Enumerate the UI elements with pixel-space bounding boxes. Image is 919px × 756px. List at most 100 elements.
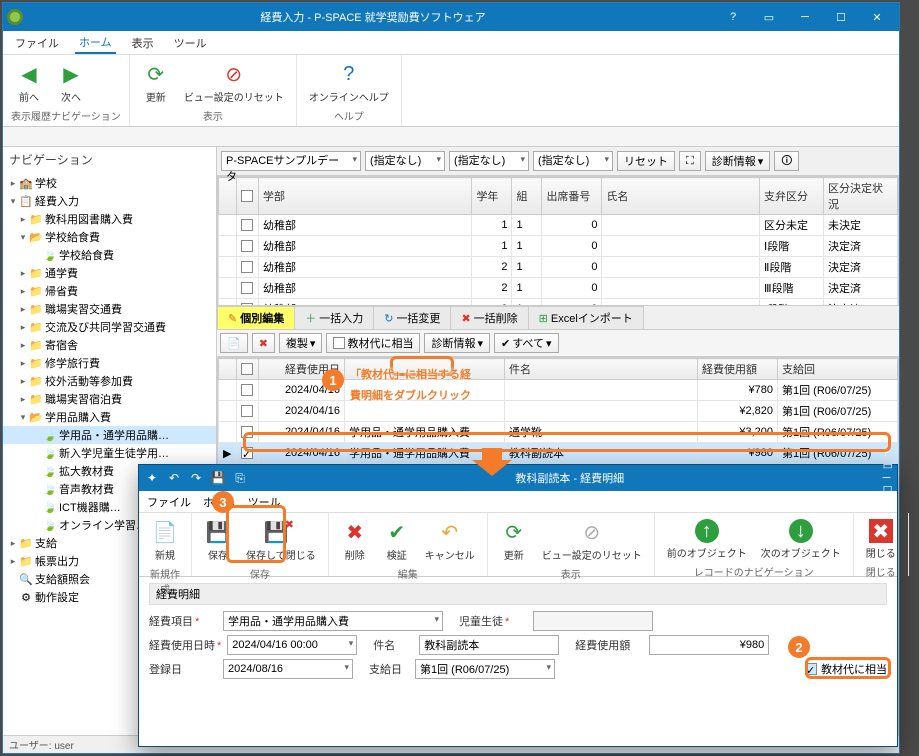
reset-view-button[interactable]: ⊘ビュー設定のリセット [180, 59, 288, 106]
filter-combo-2[interactable]: (指定なし) [449, 151, 529, 171]
plus-icon: ＋ [305, 310, 316, 326]
dialog-menu-file[interactable]: ファイル [147, 494, 191, 510]
dlg-prev-object-button[interactable]: ↑前のオブジェクト [663, 517, 751, 562]
main-menubar: ファイル ホーム 表示 ツール [3, 31, 899, 55]
help-icon[interactable]: ? [715, 5, 751, 29]
item-combo[interactable]: 学用品・通学用品購入費 [223, 611, 443, 631]
quick-new-icon[interactable]: ✦ [143, 469, 161, 487]
dialog-restore-icon[interactable]: ▭ [883, 459, 893, 472]
dialog-minimize-icon[interactable]: ─ [883, 472, 893, 484]
student-grid[interactable]: 学部 学年 組 出席番号 氏名 支弁区分 区分決定状況 幼稚部110区分未定未決… [217, 176, 899, 306]
filter-bar: P-SPACEサンプルデータ (指定なし) (指定なし) (指定なし) リセット… [217, 147, 899, 176]
diag-info-button[interactable]: 診断情報 ▾ [705, 151, 771, 171]
table-row[interactable]: 幼稚部310Ⅰ段階決定済 [219, 299, 898, 307]
dialog-close-icon[interactable]: ✕ [883, 497, 893, 510]
table-row[interactable]: 幼稚部110Ⅰ段階決定済 [219, 236, 898, 257]
dlg-next-object-button[interactable]: ↓次のオブジェクト [757, 517, 845, 562]
tab-bulk-input[interactable]: ＋一括入力 [294, 306, 374, 329]
close-icon[interactable]: ✕ [859, 5, 895, 29]
table-row[interactable]: 幼稚部110区分未定未決定 [219, 215, 898, 236]
delete-row-button[interactable]: ✖ [252, 333, 275, 353]
tab-bulk-delete[interactable]: ✖一括削除 [450, 306, 528, 329]
subject-field[interactable]: 教科副読本 [419, 635, 559, 655]
dialog-form: 経費明細 経費項目 学用品・通学用品購入費 児童生徒 経費使用日時 2024/0… [139, 577, 897, 689]
dlg-cancel-button[interactable]: ↶キャンセル [421, 517, 479, 564]
tree-item[interactable]: ▾📂学校給食費 [3, 228, 216, 246]
usedate-field[interactable]: 2024/04/16 00:00 [227, 635, 357, 655]
tree-item[interactable]: ▸📁職場実習宿泊費 [3, 390, 216, 408]
dialog-menu-tools[interactable]: ツール [248, 494, 281, 510]
tree-item[interactable]: 🍃新入学児童生徒学用… [3, 444, 216, 462]
tab-individual-edit[interactable]: ✎個別編集 [217, 306, 295, 329]
expand-icon[interactable]: ⛶ [679, 151, 701, 171]
dialog-menu-home[interactable]: ホーム [203, 494, 236, 510]
table-row[interactable]: 幼稚部210Ⅱ段階決定済 [219, 257, 898, 278]
amount-field[interactable]: ¥980 [649, 635, 769, 655]
tree-item[interactable]: ▸📁帰省費 [3, 282, 216, 300]
tree-item[interactable]: ▸📁寄宿舎 [3, 336, 216, 354]
restore-icon[interactable]: ▭ [751, 5, 787, 29]
dlg-verify-button[interactable]: ✔検証 [379, 517, 415, 564]
menu-home[interactable]: ホーム [75, 32, 116, 54]
window-title: 経費入力 - P-SPACE 就学奨励費ソフトウェア [31, 9, 715, 25]
dlg-close-button[interactable]: ✖閉じる [862, 517, 900, 562]
all-filter-button[interactable]: ✔ すべて ▾ [494, 333, 559, 353]
maximize-icon[interactable]: ☐ [823, 5, 859, 29]
table-row[interactable]: 2024/04/16¥2,820第1回 (R06/07/25) [219, 401, 898, 422]
quick-undo-icon[interactable]: ↶ [165, 469, 183, 487]
tree-item[interactable]: ▸📁交流及び共同学習交通費 [3, 318, 216, 336]
excel-icon: ⊞ [539, 312, 548, 325]
nav-next-button[interactable]: ▶次へ [53, 59, 89, 106]
menu-tools[interactable]: ツール [170, 33, 211, 53]
subject-label: 件名 [373, 637, 413, 653]
quick-saveclose-icon[interactable]: ⎘ [231, 469, 249, 487]
table-row[interactable]: 2024/04/16¥780第1回 (R06/07/25) [219, 380, 898, 401]
tree-keihi[interactable]: ▾📋経費入力 [3, 192, 216, 210]
dlg-save-button[interactable]: 💾保存 [200, 517, 236, 564]
dlg-refresh-button[interactable]: ⟳更新 [496, 517, 532, 564]
tree-item[interactable]: ▸📁教科用図書購入費 [3, 210, 216, 228]
dialog-help-icon[interactable]: ? [883, 447, 893, 459]
menu-file[interactable]: ファイル [11, 33, 63, 53]
datasource-combo[interactable]: P-SPACEサンプルデータ [221, 151, 361, 171]
student-field [533, 611, 653, 631]
settings-icon[interactable]: 🛈 [774, 151, 799, 171]
dialog-maximize-icon[interactable]: ☐ [883, 484, 893, 497]
tree-item[interactable]: ▾📂学用品購入費 [3, 408, 216, 426]
tree-item[interactable]: ▸📁通学費 [3, 264, 216, 282]
tree-item[interactable]: ▸📁校外活動等参加費 [3, 372, 216, 390]
filter-combo-1[interactable]: (指定なし) [365, 151, 445, 171]
tree-item[interactable]: 🍃学校給食費 [3, 246, 216, 264]
kyozai-checkbox[interactable]: ✓ [805, 663, 817, 675]
table-row[interactable]: ▶✓2024/04/16学用品・通学用品購入費教科副読本¥980第1回 (R06… [219, 443, 898, 464]
regdate-field[interactable]: 2024/08/16 [223, 659, 353, 679]
tab-bulk-change[interactable]: ↻一括変更 [373, 306, 451, 329]
diag-info-button-2[interactable]: 診断情報 ▾ [424, 333, 490, 353]
kyozai-filter-button[interactable]: 教材代に相当 [326, 333, 420, 353]
nav-prev-button[interactable]: ◀前へ [11, 59, 47, 106]
menu-view[interactable]: 表示 [128, 33, 158, 53]
minimize-icon[interactable]: ─ [787, 5, 823, 29]
tree-item-selected[interactable]: 🍃学用品・通学用品購… [3, 426, 216, 444]
duplicate-button[interactable]: 複製 ▾ [279, 333, 323, 353]
refresh-button[interactable]: ⟳更新 [138, 59, 174, 106]
table-row[interactable]: 2024/04/16学用品・通学用品購入費通学靴¥3,200第1回 (R06/0… [219, 422, 898, 443]
quick-redo-icon[interactable]: ↷ [187, 469, 205, 487]
nav-header [3, 127, 899, 147]
tab-excel-import[interactable]: ⊞Excelインポート [528, 306, 644, 329]
filter-combo-3[interactable]: (指定なし) [533, 151, 613, 171]
tree-school[interactable]: ▸🏫学校 [3, 174, 216, 192]
dlg-saveclose-button[interactable]: 💾✖保存して閉じる [242, 517, 320, 564]
tree-item[interactable]: ▸📁修学旅行費 [3, 354, 216, 372]
dlg-new-button[interactable]: 📄新規 [147, 517, 183, 564]
payround-field[interactable]: 第1回 (R06/07/25) [415, 659, 555, 679]
dlg-reset-view-button[interactable]: ⊘ビュー設定のリセット [538, 517, 646, 564]
reset-filter-button[interactable]: リセット [617, 151, 675, 171]
online-help-button[interactable]: ?オンラインヘルプ [305, 59, 393, 106]
tree-item[interactable]: ▸📁職場実習交通費 [3, 300, 216, 318]
new-row-button[interactable]: 📄 [220, 333, 248, 353]
table-row[interactable]: 幼稚部210Ⅲ段階決定済 [219, 278, 898, 299]
edit-icon: ✎ [228, 312, 237, 325]
quick-save-icon[interactable]: 💾 [209, 469, 227, 487]
dlg-delete-button[interactable]: ✖削除 [337, 517, 373, 564]
